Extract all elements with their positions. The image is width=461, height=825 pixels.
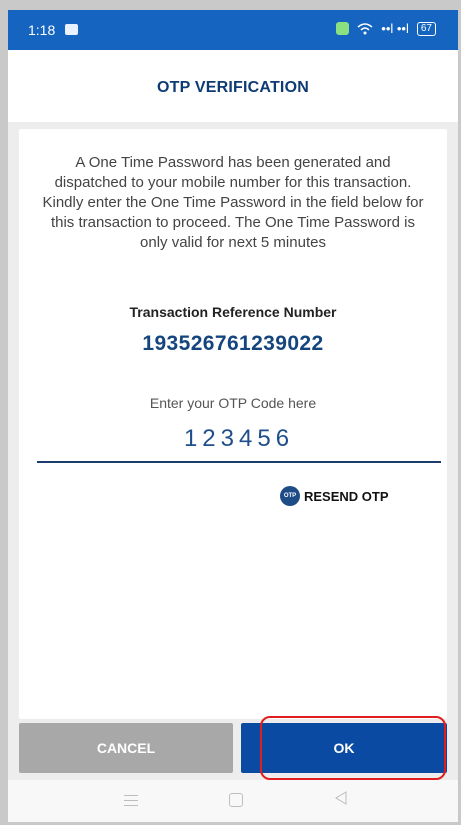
cancel-button[interactable]: CANCEL	[19, 723, 233, 773]
app-header: OTP VERIFICATION	[8, 50, 458, 122]
page-title: OTP VERIFICATION	[157, 79, 309, 96]
status-time: 1:18	[28, 22, 56, 38]
otp-card: A One Time Password has been generated a…	[19, 129, 447, 719]
back-icon[interactable]	[335, 791, 347, 805]
menu-icon[interactable]	[124, 795, 138, 810]
otp-badge-icon: OTP	[280, 486, 300, 506]
resend-otp-button[interactable]: OTP RESEND OTP	[280, 486, 389, 506]
otp-instructions: A One Time Password has been generated a…	[42, 154, 424, 251]
status-bar: 1:18 ••l ••l 67	[8, 10, 458, 50]
phone-screen: 1:18 ••l ••l 67 OTP VERIFICATION A One T…	[8, 10, 458, 822]
resend-otp-label: RESEND OTP	[304, 488, 389, 504]
wifi-icon	[357, 22, 373, 34]
system-nav-bar	[8, 780, 458, 822]
otp-prompt: Enter your OTP Code here	[149, 395, 317, 411]
home-icon[interactable]	[229, 793, 243, 807]
reference-label: Transaction Reference Number	[129, 304, 337, 320]
status-icons: ••l ••l 67	[336, 21, 436, 36]
signal-strength-icon: ••l ••l	[381, 21, 409, 36]
reference-number: 193526761239022	[142, 332, 324, 355]
otp-input[interactable]	[37, 417, 441, 463]
notification-app-icon	[65, 24, 78, 35]
ok-button[interactable]: OK	[241, 723, 447, 773]
battery-icon: 67	[416, 21, 436, 36]
payment-app-icon	[336, 22, 350, 35]
